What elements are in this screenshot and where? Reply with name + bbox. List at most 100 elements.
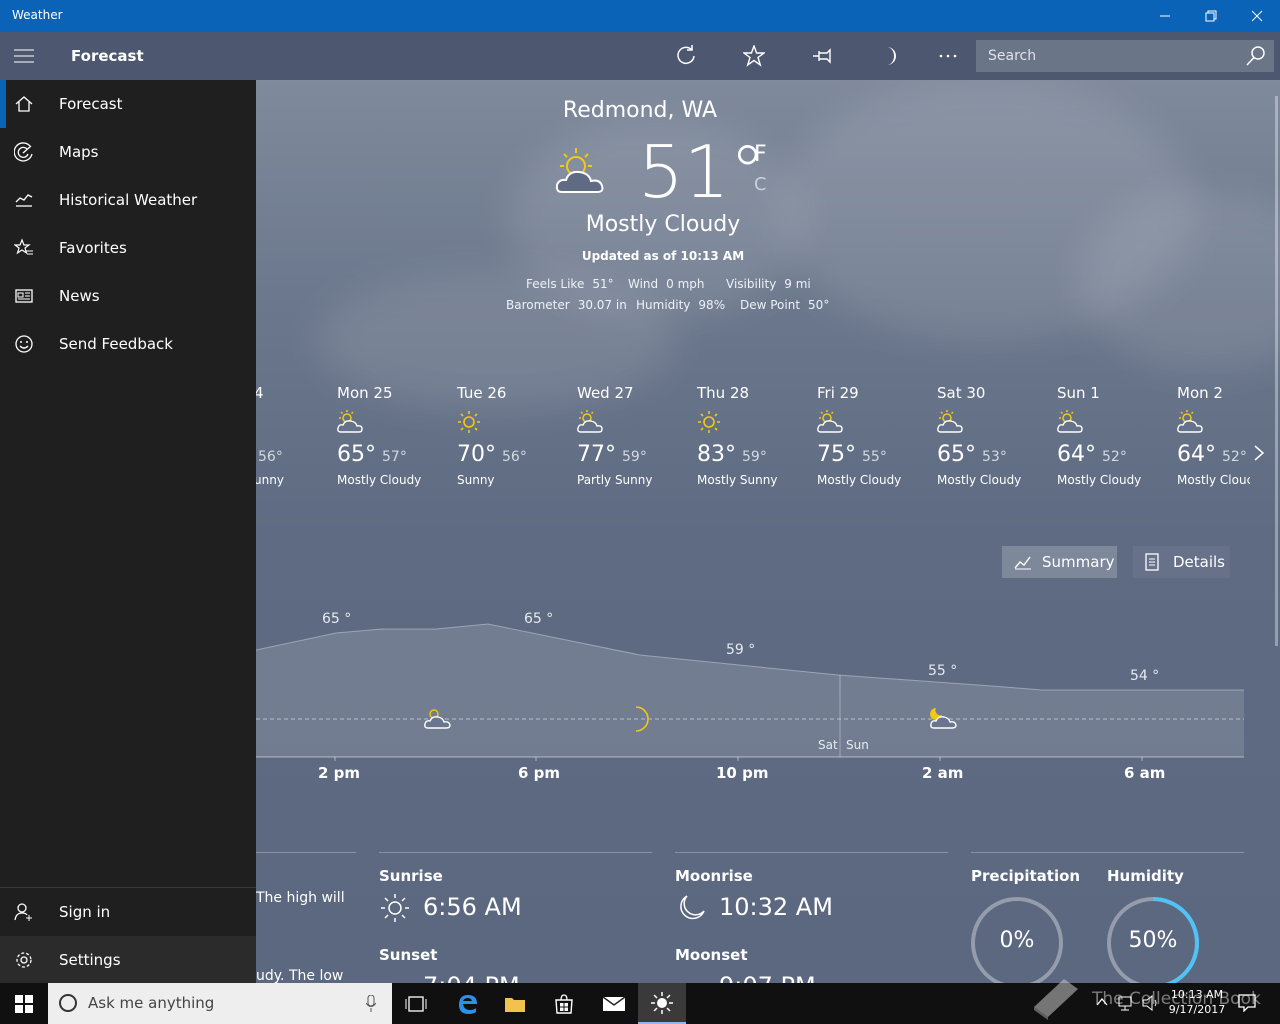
moonrise-icon [680, 895, 705, 920]
sidebar-item-send-feedback[interactable]: Send Feedback [0, 320, 256, 368]
day-temps: 56° [256, 442, 283, 467]
section-title: Forecast [71, 47, 144, 65]
day-temps: 65° 53° [937, 442, 1007, 467]
store-button[interactable] [540, 983, 588, 1024]
sidebar-item-news[interactable]: News [0, 272, 256, 320]
volume-icon[interactable] [1142, 995, 1160, 1011]
sunny-icon [698, 411, 720, 433]
sidebar-item-label: News [59, 287, 100, 305]
weather-app-button[interactable] [638, 983, 686, 1024]
history-chart-icon [15, 194, 33, 207]
moonrise-label: Moonrise [675, 867, 753, 885]
day-temps: 65° 57° [337, 442, 407, 467]
sidebar-item-label: Favorites [59, 239, 127, 257]
day-name: Sun 1 [1057, 384, 1100, 402]
sidebar-item-label: Sign in [59, 903, 111, 921]
moonrise-time: 10:32 AM [719, 893, 833, 921]
partly-cloudy-icon [337, 410, 363, 433]
clock[interactable]: 10:13 AM 9/17/2017 [1166, 987, 1228, 1017]
mail-button[interactable] [590, 983, 638, 1024]
day-high: 77° [577, 442, 616, 467]
day-low: 56° [502, 449, 527, 465]
news-icon [15, 289, 33, 303]
day-temps: 64° 52° [1177, 442, 1247, 467]
sidebar-item-settings[interactable]: Settings [0, 936, 256, 984]
summary-button[interactable]: Summary [1002, 546, 1117, 578]
daily-forecast-item[interactable]: Sun 1 64° 52° Mostly Cloudy [1057, 384, 1167, 487]
day-low: 52° [1222, 449, 1247, 465]
day-high: 64° [1057, 442, 1096, 467]
cortana-search[interactable]: Ask me anything [48, 983, 392, 1024]
file-explorer-button[interactable] [491, 983, 539, 1024]
sunrise-label: Sunrise [379, 867, 443, 885]
day-condition: Sunny [457, 473, 495, 487]
day-low: 52° [1102, 449, 1127, 465]
day-low: 53° [982, 449, 1007, 465]
day-high: 75° [817, 442, 856, 467]
sidebar-item-maps[interactable]: Maps [0, 128, 256, 176]
task-view-icon [405, 995, 427, 1012]
day-high: 65° [337, 442, 376, 467]
favorites-star-icon [14, 238, 33, 255]
day-name: Thu 28 [697, 384, 750, 402]
person-add-icon [14, 903, 32, 921]
partly-cloudy-icon [577, 410, 603, 433]
precipitation-label: Precipitation [971, 867, 1081, 885]
day-name: Mon 25 [337, 384, 393, 402]
daily-forecast-item[interactable]: Thu 28 83° 59° Mostly Sunny [697, 384, 807, 487]
sunrise-time: 6:56 AM [423, 893, 522, 921]
daily-next-button[interactable] [1252, 444, 1266, 466]
daily-forecast-item[interactable]: Fri 29 75° 55° Mostly Cloudy [817, 384, 927, 487]
hamburger-button[interactable] [0, 32, 48, 80]
partly-cloudy-icon [817, 410, 843, 433]
chevron-up-icon[interactable] [1096, 997, 1108, 1007]
day-temps: 83° 59° [697, 442, 767, 467]
daily-forecast-item[interactable]: Mon 25 65° 57° Mostly Cloudy [337, 384, 447, 487]
start-button[interactable] [0, 983, 48, 1024]
sidebar-item-historical-weather[interactable]: Historical Weather [0, 176, 256, 224]
daily-forecast-item[interactable]: Sat 30 65° 53° Mostly Cloudy [937, 384, 1047, 487]
humidity-label: Humidity [1107, 867, 1184, 885]
day-low: 59° [742, 449, 767, 465]
selection-indicator [0, 80, 6, 128]
day-high: 65° [937, 442, 976, 467]
sidebar-item-favorites[interactable]: Favorites [0, 224, 256, 272]
edge-button[interactable] [443, 983, 491, 1024]
mail-icon [602, 995, 626, 1011]
book-watermark-icon [1034, 979, 1078, 1020]
sidebar-item-label: Historical Weather [59, 191, 198, 209]
day-condition: unny [254, 473, 284, 487]
chevron-right-icon [1254, 445, 1265, 461]
day-condition: Mostly Cloudy [337, 473, 422, 487]
sidebar-item-sign-in[interactable]: Sign in [0, 888, 256, 936]
day-high: 83° [697, 442, 736, 467]
task-view-button[interactable] [392, 983, 440, 1024]
humidity-value: 50% [1128, 928, 1178, 953]
daily-forecast-item[interactable]: Wed 27 77° 59° Partly Sunny [577, 384, 687, 487]
day-condition: Mostly Cloudy [1057, 473, 1142, 487]
hourly-temp-label: 54 ° [1130, 668, 1160, 684]
day-low: 57° [382, 449, 407, 465]
windows-logo-icon [15, 994, 33, 1013]
microphone-icon[interactable] [366, 995, 376, 1013]
partly-cloudy-icon [937, 410, 963, 433]
day-temps: 70° 56° [457, 442, 527, 467]
day-name: Wed 27 [577, 384, 634, 402]
document-icon [1145, 553, 1159, 571]
scrollbar-thumb[interactable] [1275, 96, 1278, 646]
sidebar-item-forecast[interactable]: Forecast [0, 80, 256, 128]
action-center-icon[interactable] [1238, 994, 1256, 1012]
smiley-icon [15, 335, 33, 353]
day-low: 55° [862, 449, 887, 465]
day-name: Sat 30 [937, 384, 986, 402]
daily-forecast-item[interactable]: Tue 26 70° 56° Sunny [457, 384, 567, 487]
day-condition: Mostly Sunny [697, 473, 778, 487]
partly-cloudy-icon [1177, 410, 1203, 433]
store-icon [555, 993, 573, 1014]
sidebar-item-label: Maps [59, 143, 99, 161]
hour-label: 2 am [922, 764, 964, 782]
day-condition: Mostly Cloudy [817, 473, 902, 487]
day-low: 56° [258, 449, 283, 465]
details-button[interactable]: Details [1133, 546, 1230, 578]
network-icon[interactable] [1118, 995, 1136, 1011]
